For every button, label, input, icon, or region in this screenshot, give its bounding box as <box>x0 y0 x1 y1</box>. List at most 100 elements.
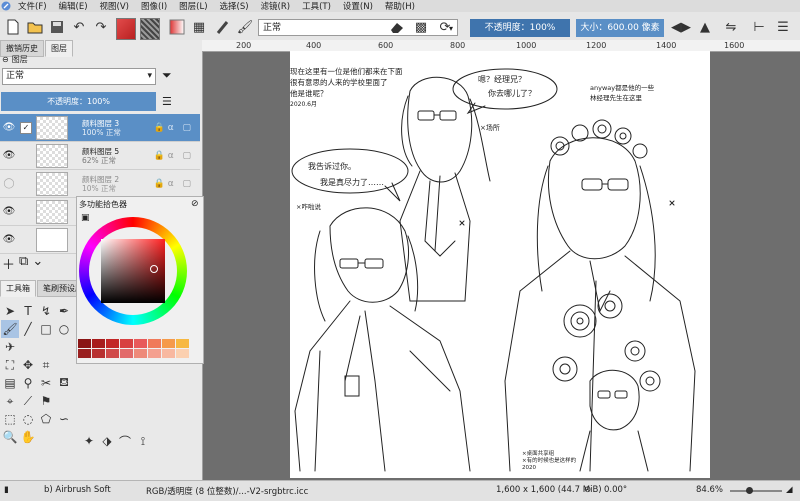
layer-lock-icons[interactable]: 🔒α ▢ <box>153 179 194 189</box>
magnetic-select-icon[interactable]: ⟟ <box>134 432 152 450</box>
menu-help[interactable]: 帮助(H) <box>379 0 421 12</box>
brush-preset-icon[interactable] <box>212 16 234 38</box>
current-brush[interactable]: b) Airbrush Soft <box>44 485 111 495</box>
color-swatch[interactable] <box>106 349 119 358</box>
open-document-icon[interactable] <box>24 16 46 38</box>
color-swatch[interactable] <box>120 349 133 358</box>
layer-lock-icons[interactable]: 🔒α ▢ <box>153 151 194 161</box>
freehand-brush-icon[interactable]: 🖌 <box>1 320 19 338</box>
ellipse-select-icon[interactable]: ◌ <box>19 410 37 428</box>
color-swatch[interactable] <box>106 339 119 348</box>
menu-more-icon[interactable]: ☰ <box>772 16 794 38</box>
smart-patch-icon[interactable]: ✂ <box>37 374 55 392</box>
settings-icon[interactable]: ▣ <box>81 213 90 223</box>
color-swatch[interactable] <box>78 339 91 348</box>
layer-row[interactable]: ◯ 颜料图层 2 10% 正常 🔒α ▢ <box>0 170 200 198</box>
calligraphy-icon[interactable]: ✒ <box>55 302 73 320</box>
color-swatch[interactable] <box>162 339 175 348</box>
bezier-select-icon[interactable]: ⌒ <box>116 432 134 450</box>
color-swatch[interactable] <box>134 349 147 358</box>
visibility-eye-icon[interactable]: 👁 <box>2 234 16 245</box>
layer-row[interactable]: 👁 ✓ 颜料图层 3 100% 正常 🔒α ▢ <box>0 114 200 142</box>
layer-checkbox[interactable]: ✓ <box>20 121 32 134</box>
mirror-horizontal-icon[interactable]: ◀▶ <box>670 16 692 38</box>
crop-tool-icon[interactable]: ⌗ <box>37 356 55 374</box>
color-swatch[interactable] <box>134 339 147 348</box>
move-tool-icon[interactable]: ✥ <box>19 356 37 374</box>
chevron-down-icon[interactable]: ⌄ <box>32 254 43 273</box>
menu-select[interactable]: 选择(S) <box>214 0 255 12</box>
rect-select-icon[interactable]: ⬚ <box>1 410 19 428</box>
polygon-select-icon[interactable]: ⬠ <box>37 410 55 428</box>
preserve-alpha-icon[interactable]: ▩ <box>410 16 432 38</box>
fill-tool-icon[interactable]: ⛾ <box>55 374 73 392</box>
opacity-slider[interactable]: 不透明度：100% <box>470 19 570 37</box>
undo-icon[interactable]: ↶ <box>68 16 90 38</box>
color-swatch[interactable] <box>92 339 105 348</box>
visibility-eye-icon[interactable]: 👁 <box>2 122 16 133</box>
gradient-icon[interactable] <box>166 16 188 38</box>
saturation-value-square[interactable] <box>101 239 165 303</box>
reload-preset-icon[interactable]: ⟳ <box>434 16 456 38</box>
color-swatch[interactable] <box>92 349 105 358</box>
contiguous-select-icon[interactable]: ✦ <box>80 432 98 450</box>
menu-edit[interactable]: 编辑(E) <box>53 0 94 12</box>
save-icon[interactable] <box>46 16 68 38</box>
freehand-select-icon[interactable]: ∽ <box>55 410 73 428</box>
color-swatch[interactable] <box>176 349 189 358</box>
menu-view[interactable]: 视图(V) <box>94 0 135 12</box>
menu-settings[interactable]: 设置(N) <box>337 0 379 12</box>
pan-tool-icon[interactable]: ✋ <box>19 428 37 446</box>
layer-blend-mode-dropdown[interactable]: 正常 ▾ <box>2 68 156 85</box>
measure-tool-icon[interactable]: ⟋ <box>19 392 37 410</box>
rectangle-tool-icon[interactable]: □ <box>37 320 55 338</box>
tab-layers[interactable]: 图层 <box>45 40 73 57</box>
visibility-eye-icon[interactable]: 👁 <box>2 206 16 217</box>
menu-filter[interactable]: 滤镜(R) <box>255 0 297 12</box>
reference-tool-icon[interactable]: ⚑ <box>37 392 55 410</box>
line-tool-icon[interactable]: ╱ <box>19 320 37 338</box>
pattern-swatch[interactable] <box>140 18 160 40</box>
add-layer-icon[interactable]: ＋ <box>2 254 15 273</box>
transform-tool-icon[interactable]: ⛶ <box>1 356 19 374</box>
tab-toolbox[interactable]: 工具箱 <box>0 280 36 297</box>
color-swatch[interactable] <box>148 339 161 348</box>
canvas-document[interactable]: 现在这里有一位是他们都来在下面 很有意思的人来的学校里面了 他是谁呢？ 2020… <box>290 51 710 478</box>
visibility-eye-icon[interactable]: 👁 <box>2 150 16 161</box>
dynamic-brush-icon[interactable]: ✈ <box>1 338 19 356</box>
brush-settings-icon[interactable]: ▦ <box>188 16 210 38</box>
brush-editor-icon[interactable]: 🖌 <box>234 16 256 38</box>
menu-image[interactable]: 图像(I) <box>135 0 173 12</box>
filter-icon[interactable]: ⏷ <box>162 68 172 83</box>
select-shapes-icon[interactable]: ➤ <box>1 302 19 320</box>
visibility-hidden-icon[interactable]: ◯ <box>2 178 16 189</box>
color-cursor[interactable] <box>150 265 158 273</box>
ellipse-tool-icon[interactable]: ○ <box>55 320 73 338</box>
menu-layer[interactable]: 图层(L) <box>173 0 213 12</box>
foreground-color-swatch[interactable] <box>116 18 136 40</box>
color-swatch[interactable] <box>176 339 189 348</box>
size-slider[interactable]: 大小：600.00 像素 <box>576 19 664 37</box>
assistant-tool-icon[interactable]: ⌖ <box>1 392 19 410</box>
eraser-mode-icon[interactable] <box>386 16 408 38</box>
color-picker-icon[interactable]: ⚲ <box>19 374 37 392</box>
color-swatch[interactable] <box>162 349 175 358</box>
zoom-tool-icon[interactable]: 🔍 <box>1 428 19 446</box>
zoom-slider[interactable] <box>730 487 782 494</box>
rotation-icon[interactable]: ⊙ <box>584 485 591 495</box>
duplicate-layer-icon[interactable]: ⧉ <box>19 254 28 273</box>
layer-menu-icon[interactable]: ☰ <box>162 95 172 108</box>
color-swatch[interactable] <box>78 349 91 358</box>
crop-canvas-icon[interactable]: ⊢ <box>748 16 770 38</box>
redo-icon[interactable]: ↷ <box>90 16 112 38</box>
edit-shapes-icon[interactable]: ↯ <box>37 302 55 320</box>
menu-file[interactable]: 文件(F) <box>12 0 53 12</box>
gradient-tool-icon[interactable]: ▤ <box>1 374 19 392</box>
layer-row[interactable]: 👁 颜料图层 5 62% 正常 🔒α ▢ <box>0 142 200 170</box>
color-swatch[interactable] <box>120 339 133 348</box>
mirror-vertical-icon[interactable]: ▲ <box>694 16 716 38</box>
layer-lock-icons[interactable]: 🔒α ▢ <box>153 123 194 133</box>
close-icon[interactable]: ⊘ <box>191 199 199 209</box>
flip-view-icon[interactable]: ⇋ <box>720 16 742 38</box>
new-document-icon[interactable] <box>2 16 24 38</box>
